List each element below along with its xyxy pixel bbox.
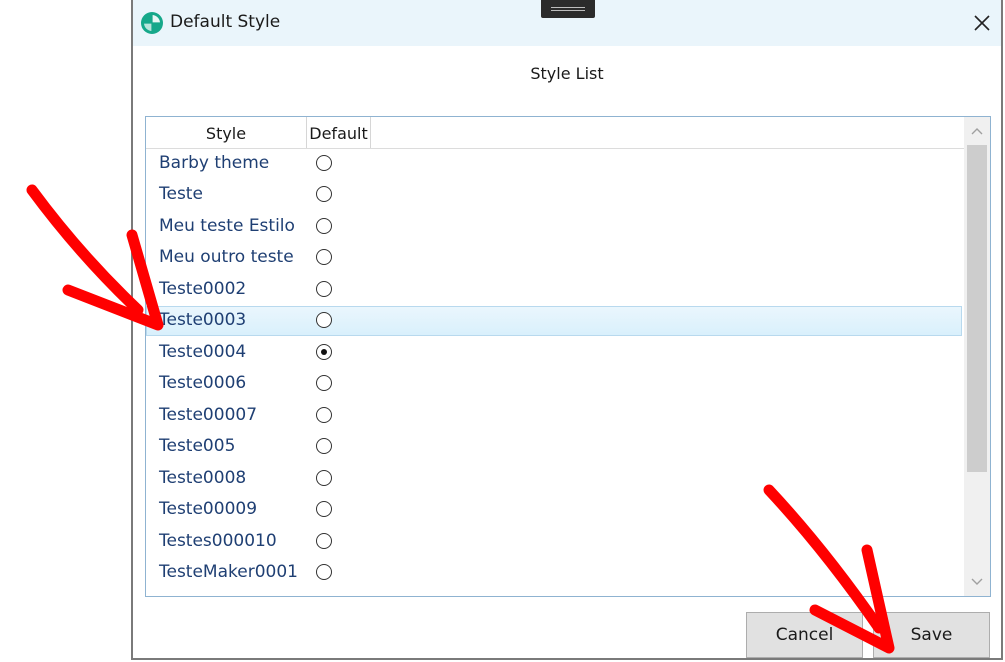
style-name: Testes000010 [159,531,277,551]
table-row[interactable]: Testes000010 [146,527,962,557]
table-row[interactable]: Teste0004 [146,338,962,368]
style-name: Teste0006 [159,373,247,393]
table-row[interactable]: Meu outro teste [146,243,962,273]
default-radio[interactable] [316,470,332,486]
default-radio[interactable] [316,407,332,423]
list-header: Style Default [146,117,964,149]
table-row[interactable]: Teste [146,180,962,210]
default-radio[interactable] [316,155,332,171]
table-row[interactable]: Meu teste Estilo [146,212,962,242]
default-radio[interactable] [316,186,332,202]
style-name: Barby theme [159,153,270,173]
close-icon[interactable] [969,10,995,36]
style-name: Teste0004 [159,342,247,362]
default-radio[interactable] [316,312,332,328]
default-radio[interactable] [316,375,332,391]
default-radio[interactable] [316,438,332,454]
default-radio[interactable] [316,281,332,297]
style-name: Meu outro teste [159,247,294,267]
window-title: Default Style [170,12,281,32]
style-name: TesteMaker0001 [159,562,298,582]
chevron-up-icon[interactable] [964,119,990,143]
table-row[interactable]: Teste005 [146,432,962,462]
default-radio[interactable] [316,218,332,234]
table-row[interactable]: Teste0006 [146,369,962,399]
save-button[interactable]: Save [873,612,990,658]
table-row[interactable]: Teste0002 [146,275,962,305]
table-row[interactable]: Teste0008 [146,464,962,494]
table-row[interactable]: Teste00009 [146,495,962,525]
style-name: Meu teste Estilo [159,216,295,236]
table-row-hovered[interactable]: Teste0003 [146,306,962,336]
column-header-default[interactable]: Default [307,117,371,148]
default-style-dialog: Default Style Style List Style Default B… [131,0,1003,660]
default-radio[interactable] [316,501,332,517]
chevron-down-icon[interactable] [964,570,990,594]
column-header-style[interactable]: Style [146,117,307,148]
scroll-thumb[interactable] [967,145,987,472]
default-radio-selected[interactable] [316,344,332,360]
style-name: Teste0002 [159,279,247,299]
app-logo-icon [141,12,163,34]
cancel-button[interactable]: Cancel [746,612,863,658]
table-row[interactable]: Barby theme [146,149,962,179]
table-row[interactable]: TesteMaker0001 [146,558,962,588]
style-name: Teste0008 [159,468,247,488]
style-name: Teste0003 [159,310,247,330]
table-row[interactable]: Teste00007 [146,401,962,431]
title-bar[interactable]: Default Style [133,0,1001,46]
style-name: Teste005 [159,436,236,456]
vertical-scrollbar[interactable] [964,117,990,596]
style-list-heading: Style List [530,64,604,83]
style-list: Style Default Barby theme Teste Meu test… [145,116,991,597]
default-radio[interactable] [316,249,332,265]
default-radio[interactable] [316,564,332,580]
style-name: Teste00009 [159,499,258,519]
default-radio[interactable] [316,533,332,549]
style-name: Teste00007 [159,405,258,425]
style-name: Teste [159,184,203,204]
drag-grip[interactable] [541,0,595,18]
